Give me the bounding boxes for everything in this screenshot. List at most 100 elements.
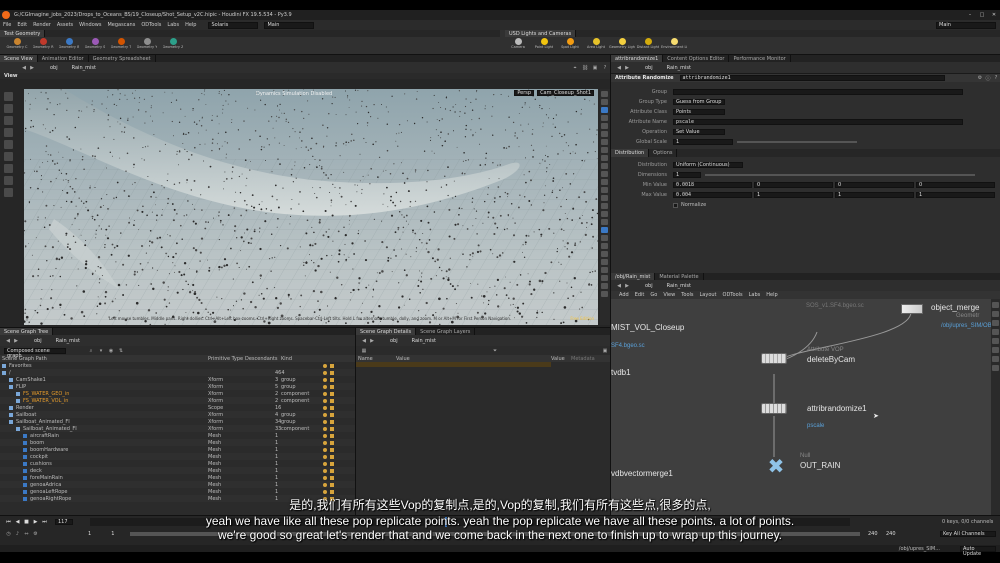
menu-file[interactable]: File	[3, 22, 11, 28]
path-obj[interactable]: obj	[34, 338, 42, 344]
scene-graph-row[interactable]: Sailboat_Animated_FI Xform 34 group	[0, 418, 355, 425]
visibility-icon[interactable]	[323, 454, 327, 459]
back-arrow-icon[interactable]: ◀	[20, 65, 28, 71]
vector-field-0[interactable]: 0.004	[673, 192, 752, 198]
node-attribrandomize1[interactable]	[761, 403, 787, 414]
display-option-icon[interactable]	[601, 179, 608, 185]
display-option-icon[interactable]	[601, 283, 608, 289]
visibility-icon[interactable]	[323, 426, 327, 431]
visibility-icon[interactable]	[323, 468, 327, 473]
label-vdbvectormerge1[interactable]: vdbvectormerge1	[611, 469, 673, 478]
camera-icon[interactable]: ▣	[600, 348, 610, 354]
col-path[interactable]: Scene Graph Path	[2, 356, 208, 362]
scene-graph-row[interactable]: Favorites	[0, 362, 355, 369]
network-menu-layout[interactable]: Layout	[700, 292, 717, 298]
menu-windows[interactable]: Windows	[79, 22, 101, 28]
vector-field-0[interactable]: 0.0018	[673, 182, 752, 188]
camera-menu[interactable]: Cam_Closeup_Shot1	[537, 90, 594, 96]
visibility-icon[interactable]	[323, 482, 327, 487]
col-side-value[interactable]: Value	[551, 356, 571, 362]
param-field[interactable]: Uniform (Continuous)	[673, 162, 743, 168]
network-tool-icon[interactable]	[992, 347, 999, 353]
folder-icon[interactable]	[330, 447, 334, 452]
folder-icon[interactable]	[330, 475, 334, 480]
folder-icon[interactable]	[330, 454, 334, 459]
shelf-tool-point-light[interactable]: Point Light	[531, 38, 557, 54]
network-menu-odtools[interactable]: ODTools	[723, 292, 743, 298]
network-tool-icon[interactable]	[992, 329, 999, 335]
tab-performance-monitor[interactable]: Performance Monitor	[729, 55, 791, 62]
col-value[interactable]: Value	[396, 356, 551, 362]
subtab-distribution[interactable]: Distribution	[611, 149, 650, 157]
visibility-icon[interactable]	[323, 447, 327, 452]
shelf-tool-geometry-b[interactable]: Geometry B	[56, 38, 82, 54]
tab-material-palette[interactable]: Material Palette	[655, 273, 704, 280]
minimize-icon[interactable]: –	[964, 12, 976, 18]
display-option-icon[interactable]	[601, 91, 608, 97]
menu-assets[interactable]: Assets	[57, 22, 73, 28]
visibility-icon[interactable]	[323, 384, 327, 389]
node-out-rain[interactable]: ✖	[766, 456, 786, 476]
scene-graph-row[interactable]: cushions Mesh 1	[0, 460, 355, 467]
forward-arrow-icon[interactable]: ▶	[623, 65, 631, 71]
col-primtype[interactable]: Primitive Type	[208, 356, 245, 362]
tab-scene-graph-details[interactable]: Scene Graph Details	[356, 328, 417, 335]
folder-icon[interactable]	[330, 377, 334, 382]
right-workspace-selector[interactable]: Main	[936, 21, 996, 29]
display-option-icon[interactable]	[601, 147, 608, 153]
vector-field-1[interactable]: 1	[754, 192, 833, 198]
display-option-icon[interactable]	[601, 187, 608, 193]
network-menu-labs[interactable]: Labs	[749, 292, 761, 298]
network-tool-icon[interactable]	[992, 320, 999, 326]
menu-odtools[interactable]: ODTools	[141, 22, 161, 28]
param-field[interactable]: Points	[673, 109, 725, 115]
folder-icon[interactable]	[330, 419, 334, 424]
tab-scene-graph-layers[interactable]: Scene Graph Layers	[416, 328, 476, 335]
auto-update-menu[interactable]: Auto Update	[960, 545, 996, 556]
search-icon[interactable]: ⌕	[86, 348, 96, 354]
menu-labs[interactable]: Labs	[167, 22, 179, 28]
shelf-tool-geometry-r[interactable]: Geometry R	[30, 38, 56, 54]
scene-graph-row[interactable]: boomHardware Mesh 1	[0, 446, 355, 453]
folder-icon[interactable]	[330, 433, 334, 438]
vector-field-2[interactable]: 1	[835, 192, 914, 198]
network-menu-go[interactable]: Go	[650, 292, 657, 298]
scene-graph-row[interactable]: deck Mesh 1	[0, 467, 355, 474]
filter-icon[interactable]: ▾	[96, 348, 106, 354]
tab-content-options[interactable]: Content Options Editor	[663, 55, 730, 62]
scene-graph-dropdown[interactable]: Composed scene graph	[4, 347, 66, 358]
network-menu-add[interactable]: Add	[619, 292, 629, 298]
param-field[interactable]: pscale	[673, 119, 963, 125]
display-option-icon[interactable]	[601, 227, 608, 233]
vector-field-3[interactable]: 0	[916, 182, 995, 188]
desktop-selector[interactable]: Solaris	[208, 21, 259, 29]
visibility-icon[interactable]: ◉	[106, 348, 116, 354]
param-field[interactable]: 1	[673, 139, 733, 145]
param-field[interactable]	[673, 89, 963, 95]
visibility-icon[interactable]	[323, 363, 327, 368]
scene-graph-row[interactable]: Sailboat Xform 4 group	[0, 411, 355, 418]
global-scale-slider[interactable]	[737, 141, 857, 143]
move-icon[interactable]	[4, 104, 13, 113]
path-obj[interactable]: obj	[645, 283, 653, 289]
node-object-merge[interactable]	[901, 304, 923, 314]
display-option-icon[interactable]	[601, 235, 608, 241]
forward-arrow-icon[interactable]: ▶	[368, 338, 376, 344]
scene-graph-row[interactable]: FS_WATER_GEO_in Xform 2 component	[0, 390, 355, 397]
label-mist-vol[interactable]: MIST_VOL_Closeup	[611, 323, 684, 332]
shelf-tool-geometry-y[interactable]: Geometry Y	[134, 38, 160, 54]
menu-render[interactable]: Render	[33, 22, 51, 28]
display-option-icon[interactable]	[601, 123, 608, 129]
info-icon[interactable]: ⓘ	[984, 75, 992, 82]
visibility-icon[interactable]	[323, 489, 327, 494]
shelf-tool-geometry-z[interactable]: Geometry Z	[160, 38, 186, 54]
param-field[interactable]: Guess from Group	[673, 99, 725, 105]
folder-icon[interactable]	[330, 468, 334, 473]
folder-icon[interactable]	[330, 384, 334, 389]
path-rain-mist[interactable]: Rain_mist	[667, 283, 691, 289]
link-icon[interactable]: ⛓	[580, 65, 590, 71]
col-metadata[interactable]: Metadata	[571, 356, 601, 362]
shelf-tab-test-geometry[interactable]: Test Geometry	[0, 30, 46, 37]
display-option-icon[interactable]	[601, 243, 608, 249]
workspace-selector[interactable]: Main	[264, 21, 315, 29]
